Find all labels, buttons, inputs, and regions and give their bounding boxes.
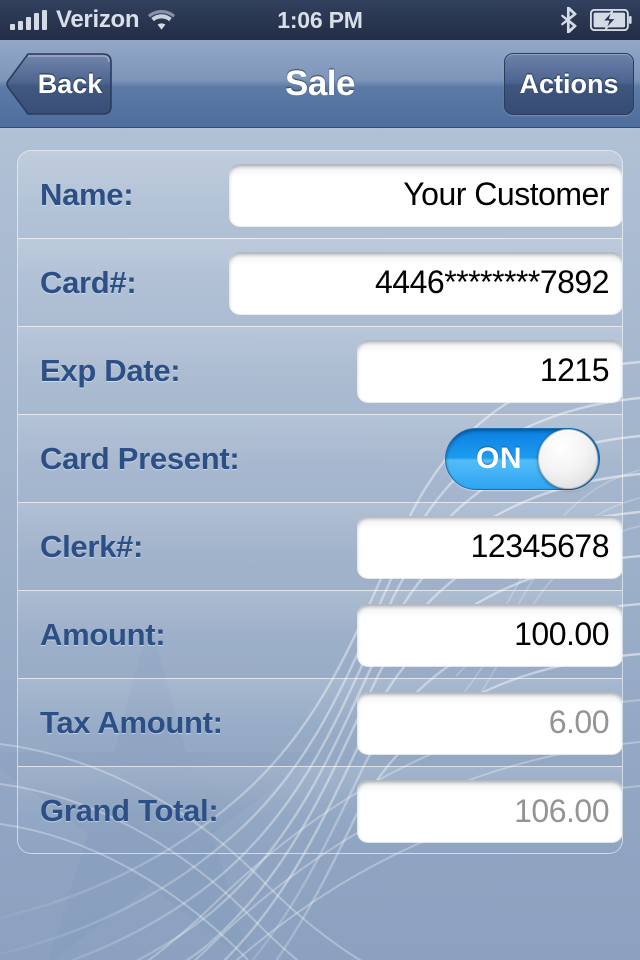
- row-label: Grand Total:: [40, 793, 219, 828]
- row-label: Exp Date:: [40, 352, 181, 388]
- form-row-name: Name: Your Customer: [18, 151, 622, 239]
- card-present-toggle-knob[interactable]: [538, 429, 598, 489]
- actions-button-label: Actions: [519, 68, 619, 99]
- row-label: Tax Amount:: [40, 704, 223, 740]
- exp-date-input-value: 1215: [539, 352, 610, 388]
- name-input-value: Your Customer: [403, 176, 609, 212]
- tax-amount-input-value: 6.00: [548, 704, 610, 740]
- grand-total-input[interactable]: 106.00: [357, 780, 622, 842]
- card-present-toggle[interactable]: ON: [445, 428, 600, 490]
- exp-date-input[interactable]: 1215: [357, 339, 622, 402]
- form-row-clerk-number: Clerk#: 12345678: [18, 503, 622, 591]
- form-row-amount: Amount: 100.00: [18, 591, 622, 679]
- row-label: Name:: [40, 176, 134, 212]
- tax-amount-input[interactable]: 6.00: [357, 691, 622, 754]
- card-present-toggle-label: ON: [476, 442, 522, 475]
- form-row-grand-total: Grand Total: 106.00: [18, 767, 622, 853]
- amount-input[interactable]: 100.00: [357, 603, 622, 666]
- form-row-card-number: Card#: 4446********7892: [18, 239, 622, 327]
- form-row-exp-date: Exp Date: 1215: [18, 327, 622, 415]
- form-row-tax-amount: Tax Amount: 6.00: [18, 679, 622, 767]
- card-number-input[interactable]: 4446********7892: [229, 251, 622, 314]
- row-label: Clerk#:: [40, 528, 144, 564]
- bluetooth-icon: [560, 7, 577, 33]
- form-row-card-present: Card Present: ON: [18, 415, 622, 503]
- clerk-number-input[interactable]: 12345678: [357, 515, 622, 578]
- status-bar-right: [560, 7, 640, 33]
- name-input[interactable]: Your Customer: [229, 163, 622, 226]
- row-label: Card Present:: [40, 440, 240, 476]
- sale-form-card: Name: Your Customer Card#: 4446********7…: [17, 150, 623, 854]
- status-bar-clock: 1:06 PM: [277, 6, 363, 33]
- battery-charging-icon: [590, 9, 632, 31]
- amount-input-value: 100.00: [514, 616, 609, 652]
- actions-button[interactable]: Actions: [504, 53, 634, 115]
- grand-total-input-value: 106.00: [514, 792, 609, 829]
- clerk-number-input-value: 12345678: [470, 528, 610, 564]
- row-label: Card#:: [40, 264, 137, 300]
- status-bar: Verizon 1:06 PM: [0, 0, 640, 40]
- row-label: Amount:: [40, 616, 166, 652]
- navigation-bar: Back Sale Actions: [0, 40, 640, 128]
- card-number-input-value: 4446********7892: [375, 264, 610, 300]
